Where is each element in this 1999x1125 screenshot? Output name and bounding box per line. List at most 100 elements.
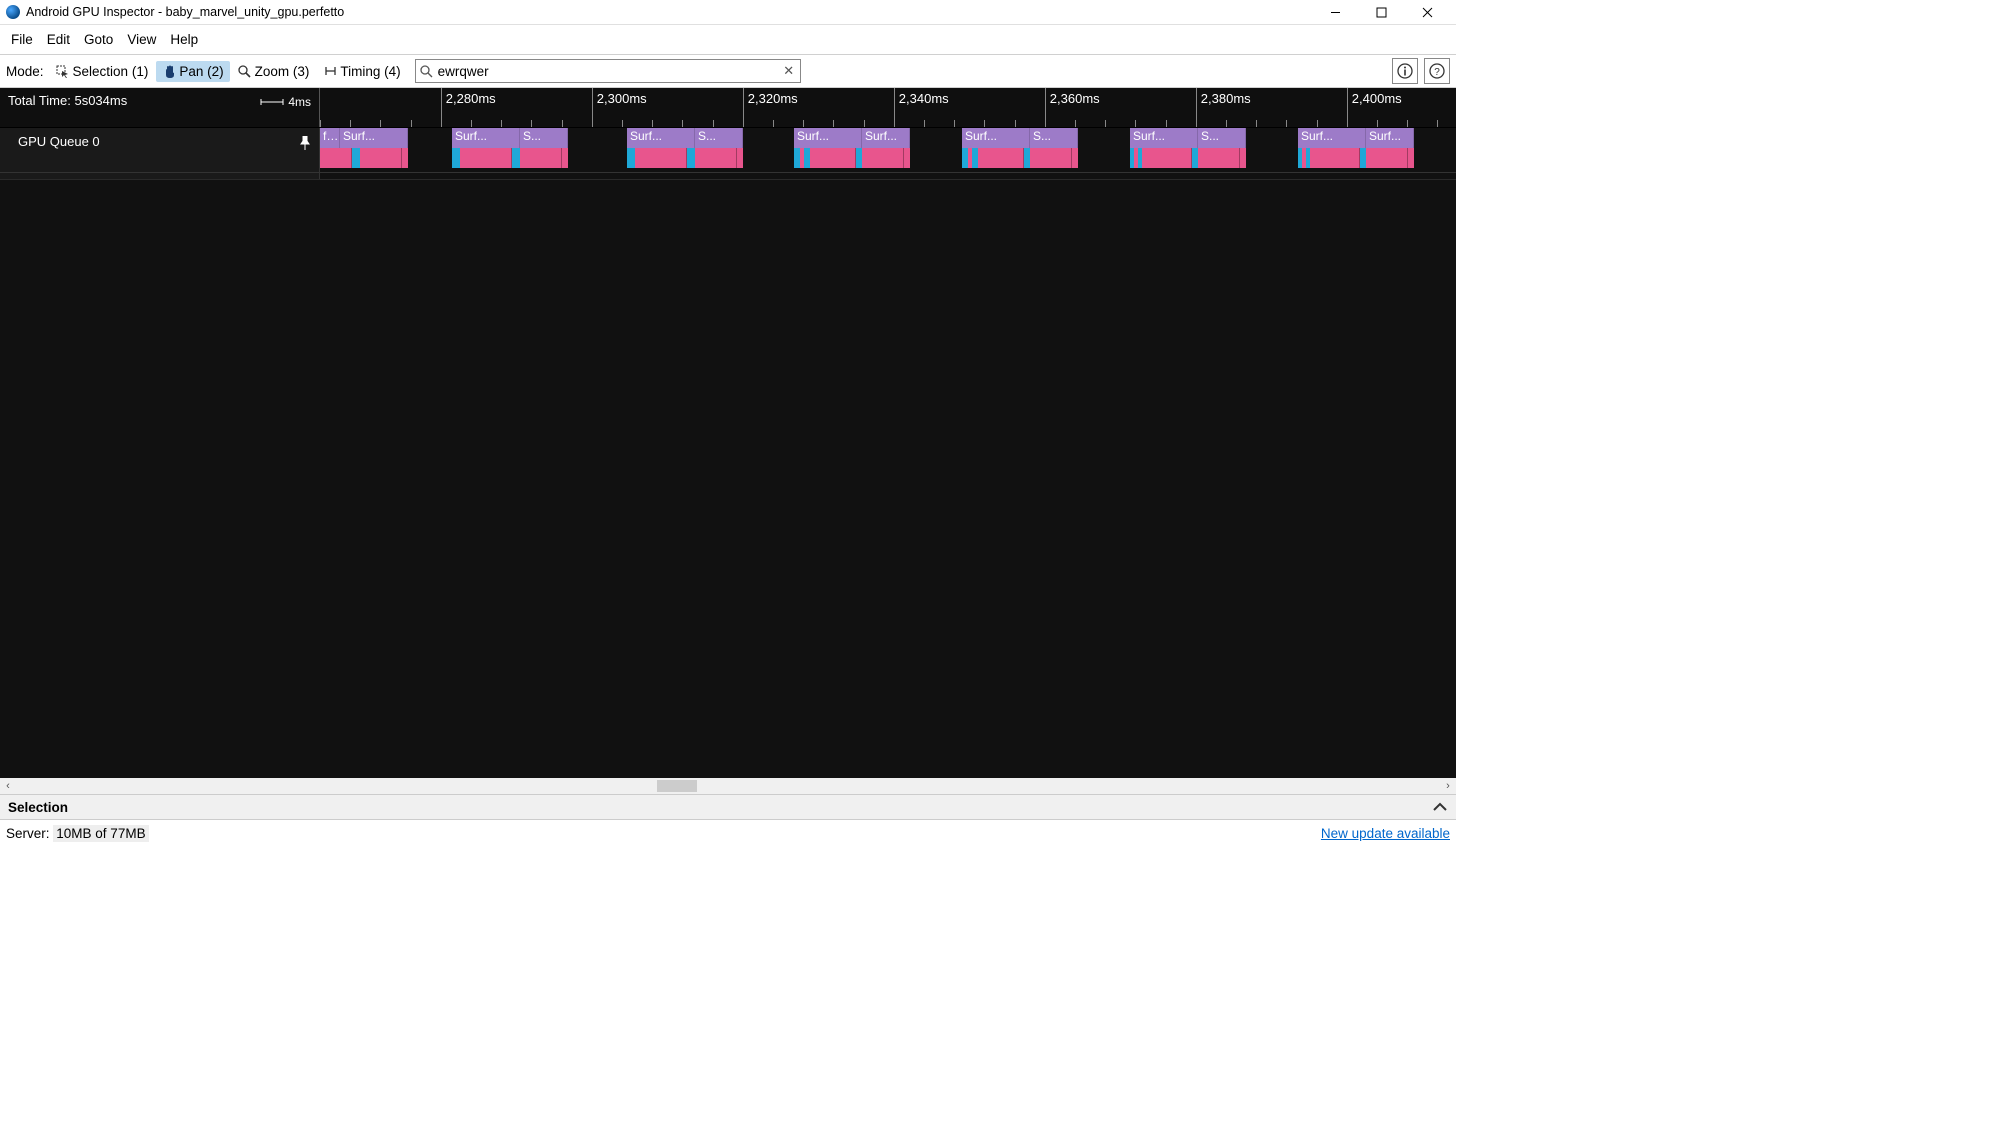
selection-panel-header[interactable]: Selection	[0, 794, 1456, 819]
zoom-icon	[238, 64, 252, 78]
slice-sub-segment[interactable]	[1072, 148, 1078, 168]
slice-group[interactable]: Surf...S...	[452, 128, 568, 168]
help-button[interactable]: ?	[1424, 58, 1450, 84]
slice-sub-segment[interactable]	[520, 148, 562, 168]
slice-segment[interactable]: Surf...	[1366, 128, 1414, 148]
horizontal-scrollbar[interactable]: ‹ ›	[0, 778, 1456, 794]
slice-group[interactable]: Surf...S...	[627, 128, 743, 168]
slice-sub-segment[interactable]	[978, 148, 1024, 168]
slice-sub-segment[interactable]	[904, 148, 910, 168]
slice-segment[interactable]: Surf...	[794, 128, 862, 148]
scroll-right-icon[interactable]: ›	[1440, 780, 1456, 792]
slice-segment[interactable]: Surf...	[627, 128, 695, 148]
info-button[interactable]	[1392, 58, 1418, 84]
window-title: Android GPU Inspector - baby_marvel_unit…	[26, 5, 1312, 19]
scroll-thumb[interactable]	[657, 780, 697, 792]
mode-zoom[interactable]: Zoom (3)	[232, 61, 316, 82]
slice-segment[interactable]: S...	[1198, 128, 1246, 148]
server-memory: Server: 10MB of 77MB	[6, 826, 149, 841]
timeline-ruler[interactable]: Total Time: 5s034ms 4ms 2,280ms2,300ms2,…	[0, 88, 1456, 128]
slice-segment[interactable]: S...	[1030, 128, 1078, 148]
toolbar: Mode: Selection (1)Pan (2)Zoom (3)Timing…	[0, 55, 1456, 88]
slice-group[interactable]: Surf...S...	[1130, 128, 1246, 168]
slice-group[interactable]: Surf...Surf...	[794, 128, 910, 168]
ruler-ticks[interactable]: 2,280ms2,300ms2,320ms2,340ms2,360ms2,380…	[320, 88, 1456, 127]
slice-sub-segment[interactable]	[1310, 148, 1360, 168]
track-label[interactable]: GPU Queue 0	[0, 128, 320, 172]
slice-segment[interactable]: f...	[320, 128, 340, 148]
ruler-tick: 2,320ms	[743, 88, 744, 127]
track-row[interactable]: GPU Queue 0 f...Surf...Surf...S...Surf..…	[0, 128, 1456, 173]
scroll-track[interactable]	[16, 778, 1440, 794]
ruler-tick: 2,380ms	[1196, 88, 1197, 127]
update-link[interactable]: New update available	[1321, 826, 1450, 841]
titlebar[interactable]: Android GPU Inspector - baby_marvel_unit…	[0, 0, 1456, 25]
app-icon	[6, 5, 20, 19]
slice-segment[interactable]: Surf...	[962, 128, 1030, 148]
svg-text:?: ?	[1434, 67, 1440, 78]
slice-sub-segment[interactable]	[352, 148, 360, 168]
window-controls	[1312, 0, 1450, 25]
ruler-tick: 2,400ms	[1347, 88, 1348, 127]
search-field[interactable]: ✕	[415, 59, 801, 83]
hand-icon	[162, 64, 176, 78]
slice-group[interactable]: Surf...Surf...	[1298, 128, 1414, 168]
clear-search-icon[interactable]: ✕	[778, 63, 800, 79]
search-icon	[416, 65, 438, 78]
search-input[interactable]	[438, 64, 778, 79]
slice-sub-segment[interactable]	[562, 148, 568, 168]
chevron-up-icon[interactable]	[1432, 799, 1448, 815]
ruler-tick: 2,300ms	[592, 88, 593, 127]
slice-sub-segment[interactable]	[512, 148, 520, 168]
slice-sub-segment[interactable]	[1142, 148, 1192, 168]
ruler-tick: 2,360ms	[1045, 88, 1046, 127]
slice-sub-segment[interactable]	[452, 148, 460, 168]
menu-view[interactable]: View	[120, 29, 163, 50]
track-area[interactable]: GPU Queue 0 f...Surf...Surf...S...Surf..…	[0, 128, 1456, 778]
menu-goto[interactable]: Goto	[77, 29, 120, 50]
selection-title: Selection	[8, 800, 68, 815]
slice-segment[interactable]: Surf...	[1298, 128, 1366, 148]
mode-pan[interactable]: Pan (2)	[156, 61, 229, 82]
slice-segment[interactable]: S...	[695, 128, 743, 148]
select-icon	[56, 64, 70, 78]
slice-sub-segment[interactable]	[695, 148, 737, 168]
slice-group[interactable]: f...Surf...	[320, 128, 408, 168]
total-time-label: Total Time: 5s034ms	[8, 93, 127, 108]
slice-segment[interactable]: S...	[520, 128, 568, 148]
ruler-tick: 2,280ms	[441, 88, 442, 127]
slice-sub-segment[interactable]	[1366, 148, 1408, 168]
pin-icon[interactable]	[299, 136, 311, 153]
statusbar: Server: 10MB of 77MB New update availabl…	[0, 819, 1456, 847]
slice-sub-segment[interactable]	[326, 148, 352, 168]
slice-segment[interactable]: Surf...	[340, 128, 408, 148]
slice-sub-segment[interactable]	[1030, 148, 1072, 168]
slice-sub-segment[interactable]	[1198, 148, 1240, 168]
menu-edit[interactable]: Edit	[40, 29, 77, 50]
track-content[interactable]: f...Surf...Surf...S...Surf...S...Surf...…	[320, 128, 1456, 172]
mode-timing[interactable]: Timing (4)	[317, 61, 406, 82]
mode-label: Mode:	[6, 64, 44, 79]
close-button[interactable]	[1404, 0, 1450, 25]
slice-sub-segment[interactable]	[1408, 148, 1414, 168]
slice-sub-segment[interactable]	[360, 148, 402, 168]
slice-sub-segment[interactable]	[810, 148, 856, 168]
maximize-button[interactable]	[1358, 0, 1404, 25]
slice-sub-segment[interactable]	[460, 148, 512, 168]
slice-sub-segment[interactable]	[635, 148, 687, 168]
slice-sub-segment[interactable]	[687, 148, 695, 168]
slice-segment[interactable]: Surf...	[1130, 128, 1198, 148]
scroll-left-icon[interactable]: ‹	[0, 780, 16, 792]
minimize-button[interactable]	[1312, 0, 1358, 25]
slice-segment[interactable]: Surf...	[452, 128, 520, 148]
menu-help[interactable]: Help	[163, 29, 205, 50]
slice-sub-segment[interactable]	[862, 148, 904, 168]
slice-sub-segment[interactable]	[1240, 148, 1246, 168]
slice-sub-segment[interactable]	[737, 148, 743, 168]
slice-sub-segment[interactable]	[402, 148, 408, 168]
slice-segment[interactable]: Surf...	[862, 128, 910, 148]
mode-selection[interactable]: Selection (1)	[50, 61, 155, 82]
slice-group[interactable]: Surf...S...	[962, 128, 1078, 168]
menu-file[interactable]: File	[4, 29, 40, 50]
slice-sub-segment[interactable]	[627, 148, 635, 168]
